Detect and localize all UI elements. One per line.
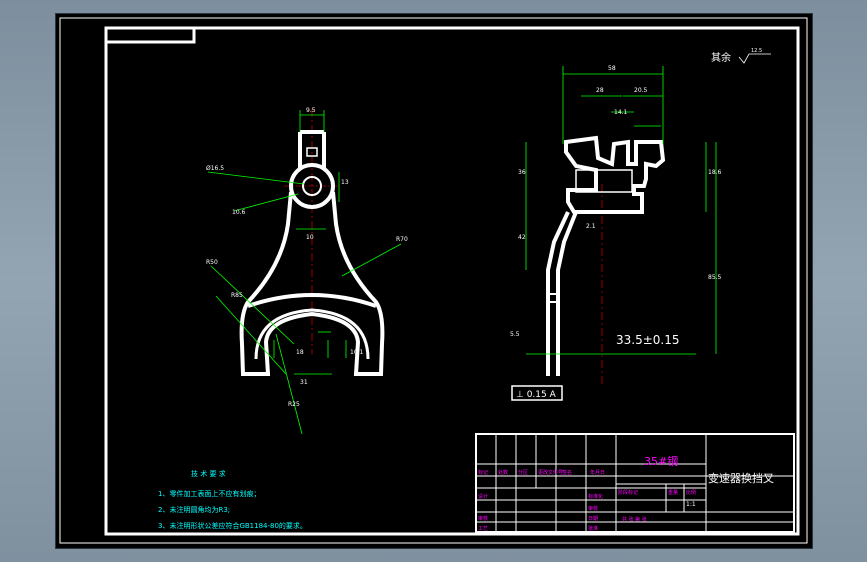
dim-36: 36	[518, 169, 526, 176]
cad-viewport[interactable]: 其余 12.5 9.5 Ø16.5 10.6 R70 R50 R85 10 13…	[56, 14, 812, 548]
dim-10b: 10.1	[350, 349, 364, 356]
tb-row1-0: 标记	[478, 469, 488, 476]
inner-frame	[104, 26, 800, 536]
dim-14: 14.1	[614, 109, 628, 116]
tb-weight: 重量	[668, 489, 678, 496]
dim-hub: 10.6	[232, 209, 246, 216]
dim-85-5: 85.5	[708, 274, 722, 281]
tb-scale: 1:1	[686, 501, 696, 508]
tech-title: 技 术 要 求	[191, 469, 226, 478]
code-box	[104, 26, 196, 44]
tb-row1-5: 年月日	[590, 469, 605, 476]
dim-20-5: 20.5	[634, 87, 648, 94]
dim-58: 58	[608, 65, 616, 72]
dim-18-6: 18.6	[708, 169, 722, 176]
datum-flag: ⊥ 0.15 A	[516, 390, 557, 400]
roughness-label: 其余	[711, 51, 731, 64]
dim-r50: R50	[206, 259, 218, 266]
roughness-symbol-icon	[738, 53, 771, 64]
tb-row1-3: 更改文件号	[538, 469, 563, 476]
tb-standard: 标准化	[588, 493, 603, 500]
dim-13-5: 13	[341, 179, 349, 186]
dim-42: 42	[518, 234, 526, 241]
tech-note-3: 3、未注明形状公差应符合GB1184-80的要求。	[158, 521, 307, 530]
dim-phi16: Ø16.5	[206, 165, 224, 172]
tb-date: 日期	[588, 516, 598, 522]
tb-scale-label: 比例	[686, 489, 696, 496]
dim-left-top: 9.5	[306, 107, 316, 114]
tb-sheet-info: 共 张 第 张	[622, 516, 647, 523]
tb-approve: 批准	[588, 525, 598, 532]
dim-31: 31	[300, 379, 308, 386]
roughness-value: 12.5	[751, 48, 762, 54]
tb-row1-4: 签名	[562, 469, 572, 476]
tech-note-1: 1、零件加工表面上不应有划痕；	[158, 489, 260, 498]
dim-2-1: 2.1	[586, 223, 596, 230]
dim-r25: R25	[288, 401, 300, 408]
dim-main: 33.5±0.15	[616, 333, 680, 347]
tb-row1-2: 分区	[518, 469, 528, 476]
dim-r85: R85	[231, 292, 243, 299]
tech-note-2: 2、未注明圆角均为R3;	[158, 505, 230, 514]
drawing-sheet: 其余 12.5 9.5 Ø16.5 10.6 R70 R50 R85 10 13…	[59, 17, 808, 544]
tb-row1-1: 处数	[498, 469, 508, 476]
dim-5-5: 5.5	[510, 331, 520, 338]
material: 35#钢	[644, 455, 678, 468]
part-name: 变速器换挡叉	[708, 471, 774, 485]
tb-design: 设计	[478, 493, 488, 500]
tb-review: 审核	[478, 515, 488, 522]
tb-process: 工艺	[478, 526, 488, 532]
dim-10: 10	[306, 234, 314, 241]
tb-stage: 阶段标记	[618, 489, 638, 496]
tb-check: 审核	[588, 505, 598, 512]
dim-r70: R70	[396, 236, 408, 243]
dim-28: 28	[596, 87, 604, 94]
dim-18: 18	[296, 349, 304, 356]
